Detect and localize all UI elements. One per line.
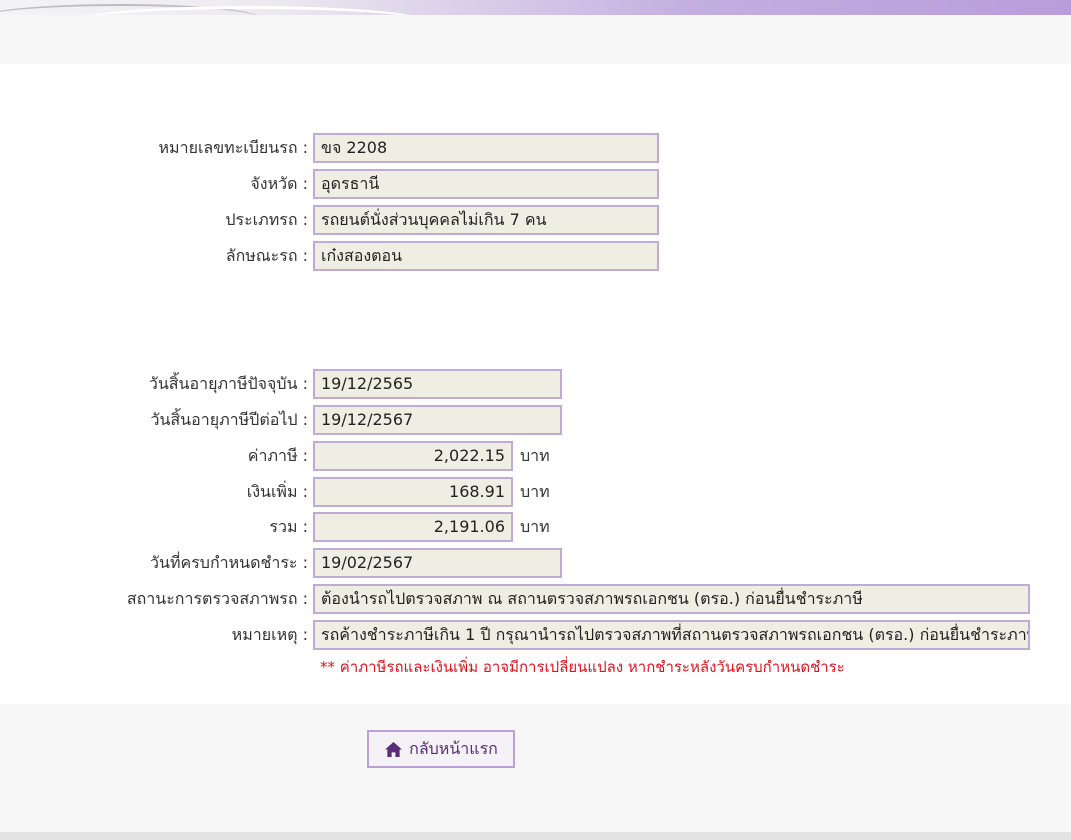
tax-label: ค่าภาษี : [247,446,308,465]
surcharge-label: เงินเพิ่ม : [246,482,308,501]
current-expiry-field: 19/12/2565 [313,369,562,399]
tax-unit: บาท [520,446,550,465]
top-band [0,15,1071,64]
bottom-band [0,704,1071,832]
plate-field: ขจ 2208 [313,133,659,163]
next-expiry-field: 19/12/2567 [313,405,562,435]
footer-strip [0,832,1071,840]
due-date-row: วันที่ครบกำหนดชำระ : 19/02/2567 [0,548,1071,578]
current-expiry-label: วันสิ้นอายุภาษีปัจจุบัน : [148,374,308,393]
vehicle-type-field: รถยนต์นั่งส่วนบุคคลไม่เกิน 7 คน [313,205,659,235]
next-expiry-label: วันสิ้นอายุภาษีปีต่อไป : [150,410,308,429]
header-banner [0,0,1071,15]
province-field: อุดรธานี [313,169,659,199]
total-label: รวม : [269,517,308,536]
inspection-status-field: ต้องนำรถไปตรวจสภาพ ณ สถานตรวจสภาพรถเอกชน… [313,584,1030,614]
next-expiry-row: วันสิ้นอายุภาษีปีต่อไป : 19/12/2567 [0,405,1071,435]
remark-field: รถค้างชำระภาษีเกิน 1 ปี กรุณานำรถไปตรวจส… [313,620,1030,650]
province-row: จังหวัด : อุดรธานี [0,169,1071,199]
remark-row: หมายเหตุ : รถค้างชำระภาษีเกิน 1 ปี กรุณา… [0,620,1071,650]
total-row: รวม : 2,191.06 บาท [0,512,1071,542]
home-icon [385,741,403,757]
warning-note: ** ค่าภาษีรถและเงินเพิ่ม อาจมีการเปลี่ยน… [320,658,845,676]
surcharge-amount-field: 168.91 [313,477,513,507]
vehicle-type-row: ประเภทรถ : รถยนต์นั่งส่วนบุคคลไม่เกิน 7 … [0,205,1071,235]
home-button-label: กลับหน้าแรก [409,738,498,758]
body-style-label: ลักษณะรถ : [225,246,308,265]
surcharge-row: เงินเพิ่ม : 168.91 บาท [0,477,1071,507]
plate-label: หมายเลขทะเบียนรถ : [158,138,309,157]
body-style-field: เก๋งสองตอน [313,241,659,271]
total-unit: บาท [520,517,550,536]
province-label: จังหวัด : [250,174,308,193]
due-date-label: วันที่ครบกำหนดชำระ : [150,553,308,572]
plate-row: หมายเลขทะเบียนรถ : ขจ 2208 [0,133,1071,163]
tax-amount-field: 2,022.15 [313,441,513,471]
due-date-field: 19/02/2567 [313,548,562,578]
body-style-row: ลักษณะรถ : เก๋งสองตอน [0,241,1071,271]
current-expiry-row: วันสิ้นอายุภาษีปัจจุบัน : 19/12/2565 [0,369,1071,399]
inspection-label: สถานะการตรวจสภาพรถ : [126,589,308,608]
home-button[interactable]: กลับหน้าแรก [367,730,515,768]
total-amount-field: 2,191.06 [313,512,513,542]
tax-row: ค่าภาษี : 2,022.15 บาท [0,441,1071,471]
vehicle-type-label: ประเภทรถ : [225,210,308,229]
inspection-row: สถานะการตรวจสภาพรถ : ต้องนำรถไปตรวจสภาพ … [0,584,1071,614]
surcharge-unit: บาท [520,482,550,501]
remark-label: หมายเหตุ : [231,625,308,644]
